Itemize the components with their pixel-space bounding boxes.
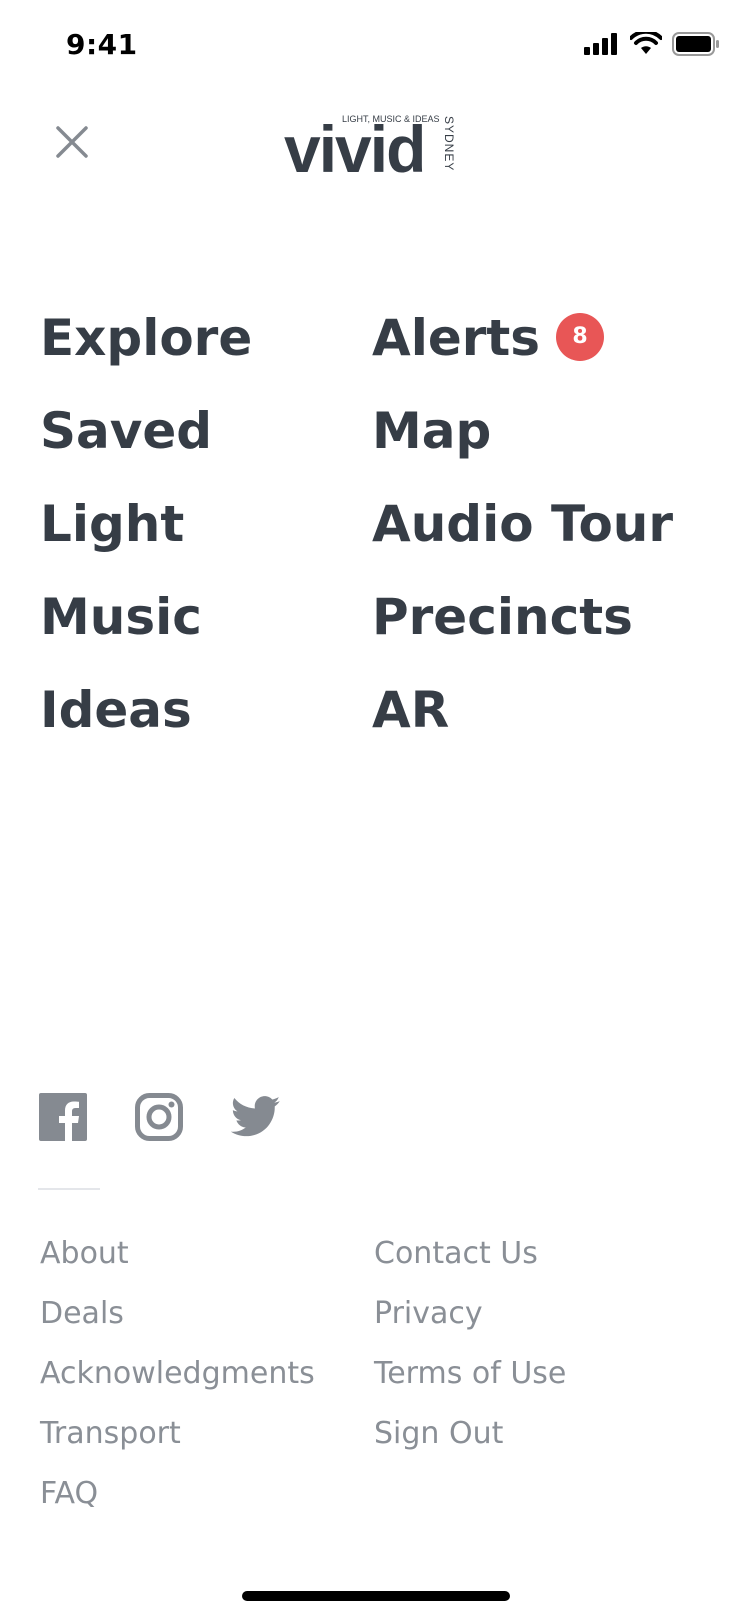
nav-ar[interactable]: AR <box>372 680 449 740</box>
status-time: 9:41 <box>66 28 138 61</box>
status-bar: 9:41 <box>0 0 750 92</box>
nav-precincts[interactable]: Precincts <box>372 587 633 647</box>
logo-wordmark: vivid <box>284 112 426 186</box>
facebook-icon <box>39 1093 87 1141</box>
close-button[interactable] <box>48 118 96 166</box>
instagram-icon <box>135 1093 183 1141</box>
footer-link-about[interactable]: About <box>40 1236 129 1272</box>
instagram-button[interactable] <box>134 1092 184 1142</box>
footer-link-terms-of-use[interactable]: Terms of Use <box>374 1356 566 1392</box>
nav-saved[interactable]: Saved <box>40 401 212 461</box>
battery-icon <box>672 32 719 56</box>
nav-music[interactable]: Music <box>40 587 202 647</box>
nav-ideas[interactable]: Ideas <box>40 680 192 740</box>
footer-link-transport[interactable]: Transport <box>40 1416 181 1452</box>
nav-audio-tour[interactable]: Audio Tour <box>372 494 673 554</box>
footer-link-deals[interactable]: Deals <box>40 1296 124 1332</box>
facebook-button[interactable] <box>38 1092 88 1142</box>
footer-link-privacy[interactable]: Privacy <box>374 1296 483 1332</box>
alerts-count-badge: 8 <box>556 312 605 361</box>
home-indicator <box>242 1591 510 1601</box>
nav-alerts[interactable]: Alerts 8 <box>372 308 605 368</box>
nav-light[interactable]: Light <box>40 494 184 554</box>
footer-divider <box>38 1188 100 1190</box>
footer-link-faq[interactable]: FAQ <box>40 1476 98 1512</box>
vivid-sydney-logo: LIGHT, MUSIC & IDEAS vivid SYDNEY <box>284 112 474 182</box>
logo-location: SYDNEY <box>442 116 456 172</box>
footer-link-acknowledgments[interactable]: Acknowledgments <box>40 1356 315 1392</box>
nav-alerts-label: Alerts <box>372 309 541 367</box>
cellular-signal-icon <box>584 33 617 55</box>
footer-link-contact-us[interactable]: Contact Us <box>374 1236 538 1272</box>
nav-map[interactable]: Map <box>372 401 491 461</box>
twitter-button[interactable] <box>230 1092 282 1142</box>
twitter-icon <box>231 1096 281 1137</box>
status-icons <box>584 32 720 56</box>
nav-explore[interactable]: Explore <box>40 308 252 368</box>
wifi-icon <box>630 32 662 54</box>
footer-link-sign-out[interactable]: Sign Out <box>374 1416 503 1452</box>
close-icon <box>56 126 88 158</box>
